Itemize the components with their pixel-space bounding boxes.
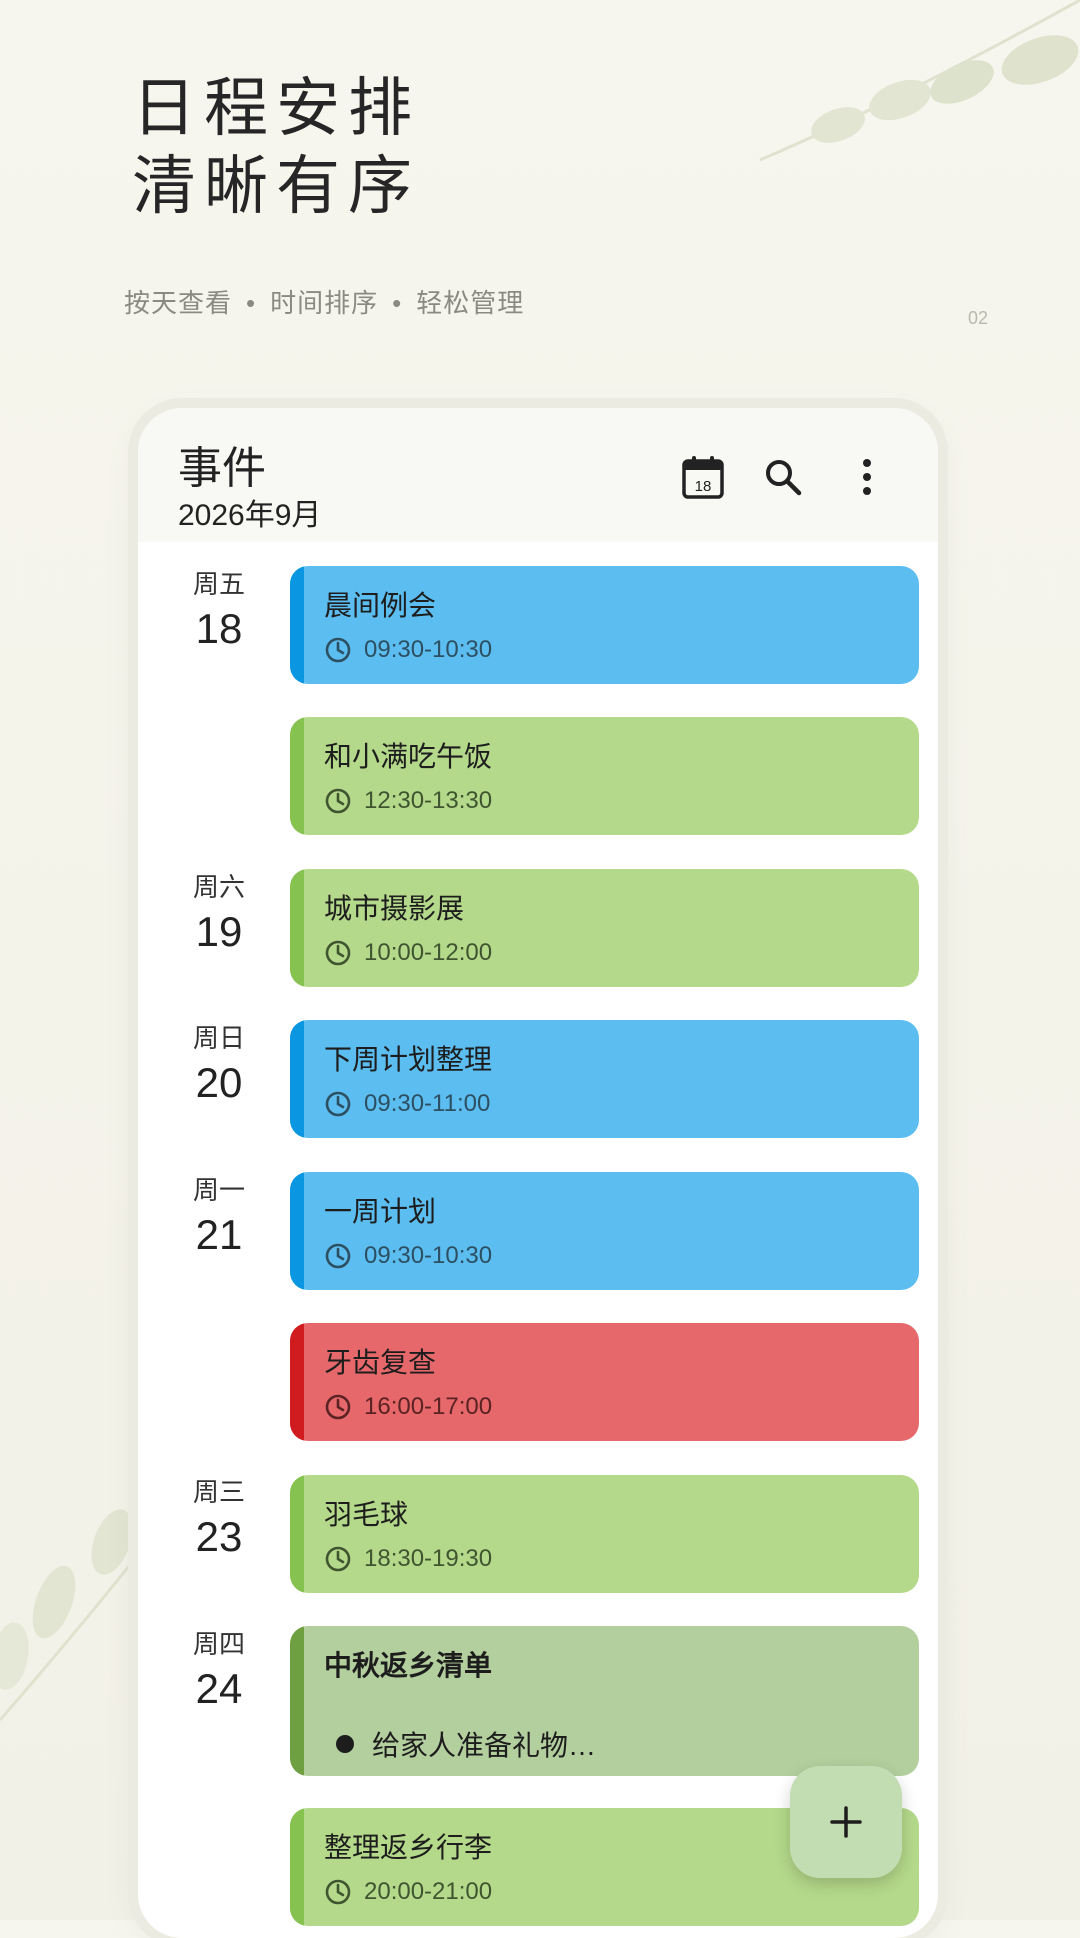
day-label: 周五 18	[174, 564, 264, 653]
event-card[interactable]: 羽毛球 18:30-19:30	[290, 1475, 919, 1593]
leaf-branch-decoration	[0, 1509, 152, 1721]
clock-icon	[325, 1243, 351, 1269]
event-title: 羽毛球	[324, 1499, 409, 1530]
weekday: 周五	[192, 569, 245, 599]
day-number: 20	[195, 1059, 243, 1106]
app-header: 事件 2026年9月 18	[138, 408, 938, 542]
day-label: 周四 24	[174, 1624, 264, 1713]
event-time: 20:00-21:00	[364, 1878, 493, 1905]
event-card[interactable]: 晨间例会 09:30-10:30	[290, 566, 919, 684]
page-number: 02	[968, 308, 989, 328]
hero-title-line-2: 清晰有序	[132, 150, 420, 224]
event-color-stripe	[290, 1475, 304, 1593]
plus-icon	[830, 1806, 862, 1838]
hero-subtitle: 按天查看 • 时间排序 • 轻松管理	[124, 283, 524, 320]
page-title: 事件	[178, 444, 266, 493]
event-time: 10:00-12:00	[364, 939, 493, 966]
event-color-stripe	[290, 566, 304, 684]
clock-icon	[325, 1546, 351, 1572]
event-title: 晨间例会	[324, 590, 437, 621]
event-time-row: 18:30-19:30	[324, 1545, 492, 1573]
event-time-row: 09:30-10:30	[324, 636, 492, 664]
event-time-row: 16:00-17:00	[324, 1393, 492, 1421]
weekday: 周三	[192, 1477, 245, 1507]
add-event-button[interactable]	[790, 1766, 902, 1878]
event-time-row: 09:30-10:30	[324, 1242, 492, 1270]
day-label: 周三 23	[174, 1472, 264, 1561]
day-label: 周日 20	[174, 1018, 264, 1107]
event-card[interactable]: 城市摄影展 10:00-12:00	[290, 869, 919, 987]
event-card[interactable]: 和小满吃午饭 12:30-13:30	[290, 717, 919, 835]
checklist-item: 给家人准备礼物…	[336, 1724, 596, 1764]
event-title: 一周计划	[324, 1196, 437, 1227]
weekday: 周六	[192, 872, 245, 902]
calendar-icon-day: 18	[695, 478, 712, 495]
event-color-stripe	[290, 717, 304, 835]
event-time: 09:30-10:30	[364, 636, 493, 663]
day-number: 19	[195, 908, 243, 955]
weekday: 周一	[192, 1175, 245, 1205]
event-time-row: 10:00-12:00	[324, 939, 492, 967]
clock-icon	[325, 1091, 351, 1117]
event-title: 和小满吃午饭	[324, 741, 493, 772]
checklist-card[interactable]: 中秋返乡清单 给家人准备礼物…	[290, 1626, 919, 1776]
day-number: 24	[195, 1665, 243, 1712]
clock-icon	[325, 788, 351, 814]
more-vert-icon[interactable]	[844, 454, 890, 500]
calendar-icon[interactable]: 18	[680, 454, 726, 500]
separator-dot: •	[246, 288, 257, 318]
event-title: 牙齿复查	[324, 1347, 437, 1378]
event-time: 16:00-17:00	[364, 1393, 493, 1420]
clock-icon	[325, 1394, 351, 1420]
weekday: 周日	[192, 1023, 245, 1053]
search-icon[interactable]	[760, 454, 806, 500]
event-color-stripe	[290, 1172, 304, 1290]
weekday: 周四	[192, 1629, 245, 1659]
hero-sub-2: 时间排序	[270, 288, 379, 318]
event-color-stripe	[290, 1323, 304, 1441]
clock-icon	[325, 940, 351, 966]
event-time: 18:30-19:30	[364, 1545, 493, 1572]
event-title: 整理返乡行李	[324, 1832, 493, 1863]
event-time-row: 12:30-13:30	[324, 787, 492, 815]
day-label: 周六 19	[174, 867, 264, 956]
event-color-stripe	[290, 869, 304, 987]
hero-title-line-1: 日程安排	[132, 72, 420, 146]
event-color-stripe	[290, 1626, 304, 1776]
event-time: 09:30-10:30	[364, 1242, 493, 1269]
current-month: 2026年9月	[178, 499, 322, 532]
separator-dot: •	[392, 288, 403, 318]
leaf-branch-decoration	[759, 0, 1080, 162]
checklist-title: 中秋返乡清单	[324, 1650, 493, 1681]
day-number: 18	[195, 605, 243, 652]
hero-sub-1: 按天查看	[124, 288, 233, 318]
event-card[interactable]: 牙齿复查 16:00-17:00	[290, 1323, 919, 1441]
event-card[interactable]: 下周计划整理 09:30-11:00	[290, 1020, 919, 1138]
day-label: 周一 21	[174, 1170, 264, 1259]
event-time: 09:30-11:00	[364, 1090, 491, 1117]
event-card[interactable]: 一周计划 09:30-10:30	[290, 1172, 919, 1290]
day-number: 21	[195, 1211, 243, 1258]
event-time-row: 20:00-21:00	[324, 1878, 492, 1906]
hero-sub-3: 轻松管理	[416, 288, 525, 318]
event-color-stripe	[290, 1808, 304, 1926]
clock-icon	[325, 637, 351, 663]
checklist-item-text: 给家人准备礼物…	[372, 1730, 597, 1761]
day-number: 23	[195, 1513, 243, 1560]
event-title: 城市摄影展	[324, 893, 465, 924]
phone-frame: 事件 2026年9月 18 周五 18 周六 19 周日 20 周一 21 周三…	[138, 408, 938, 1938]
hero-title: 日程安排 清晰有序	[132, 70, 420, 226]
event-title: 下周计划整理	[324, 1044, 493, 1075]
event-color-stripe	[290, 1020, 304, 1138]
bullet-icon	[336, 1735, 354, 1753]
clock-icon	[325, 1879, 351, 1905]
event-time-row: 09:30-11:00	[324, 1090, 490, 1118]
event-time: 12:30-13:30	[364, 787, 493, 814]
